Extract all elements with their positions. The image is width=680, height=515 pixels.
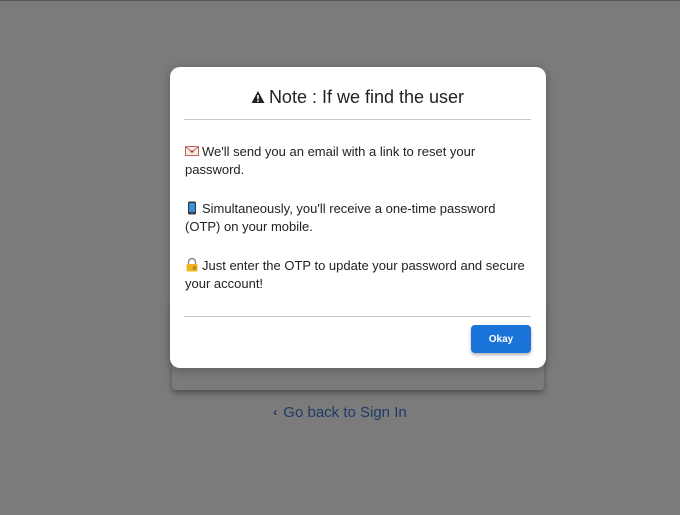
message-update: Just enter the OTP to update your passwo… <box>185 257 532 293</box>
message-update-text: Just enter the OTP to update your passwo… <box>185 258 525 291</box>
okay-button[interactable]: Okay <box>471 325 531 353</box>
dialog-title: Note : If we find the user <box>268 87 465 107</box>
lock-key-icon <box>186 258 198 272</box>
dialog-header: Note : If we find the user <box>184 67 531 120</box>
envelope-icon <box>185 146 199 156</box>
chevron-left-icon: ‹ <box>273 405 278 419</box>
mobile-phone-icon <box>188 201 196 215</box>
warning-icon <box>251 91 265 103</box>
top-border <box>0 0 680 1</box>
dialog-divider <box>184 316 531 317</box>
message-email: We'll send you an email with a link to r… <box>185 143 532 179</box>
back-to-sign-in-link[interactable]: ‹ Go back to Sign In <box>0 404 680 421</box>
back-link-label: Go back to Sign In <box>283 404 407 421</box>
note-dialog: Note : If we find the user We'll send yo… <box>170 67 546 368</box>
dialog-body: We'll send you an email with a link to r… <box>185 143 532 314</box>
message-email-text: We'll send you an email with a link to r… <box>185 144 476 177</box>
message-otp-text: Simultaneously, you'll receive a one-tim… <box>185 201 496 234</box>
message-otp: Simultaneously, you'll receive a one-tim… <box>185 200 532 236</box>
dialog-title-wrap: Note : If we find the user <box>251 87 464 107</box>
